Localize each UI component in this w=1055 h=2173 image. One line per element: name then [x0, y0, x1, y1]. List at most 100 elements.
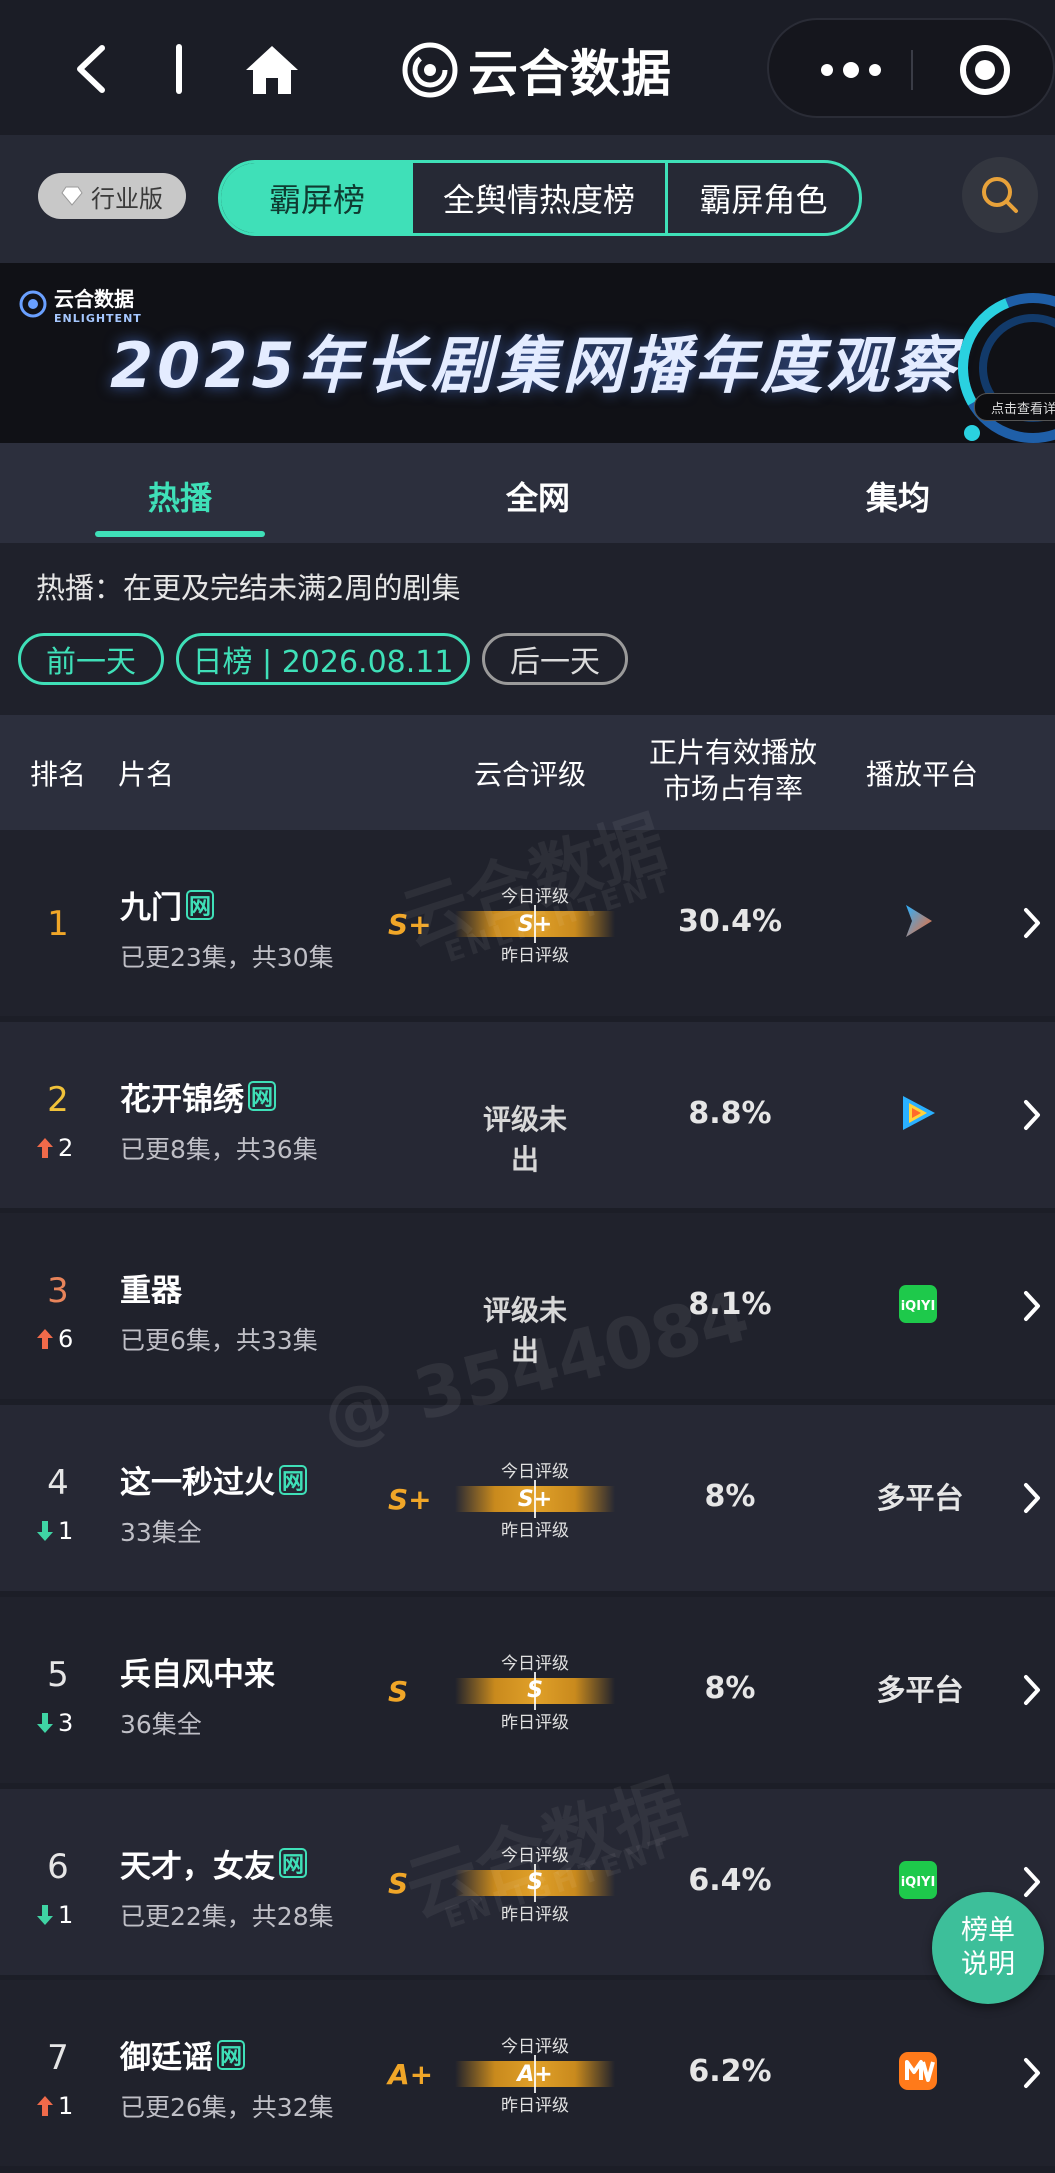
search-button[interactable]: [962, 157, 1038, 233]
trend-value: 2: [58, 1133, 74, 1162]
rank-number: 6: [47, 1846, 69, 1887]
yesterday-rating-label: 昨日评级: [501, 946, 569, 966]
rating-bar: S: [455, 1863, 615, 1902]
iqiyi-icon: iQIYI: [899, 1285, 937, 1324]
platform-logo: [878, 900, 958, 942]
col-rank: 排名: [30, 758, 87, 791]
prev-day-button[interactable]: 前一天: [18, 633, 164, 685]
close-target-icon[interactable]: [959, 44, 1011, 96]
col-title: 片名: [118, 758, 175, 791]
chevron-right-icon[interactable]: [1022, 1098, 1042, 1132]
drama-title[interactable]: 兵自风中来: [120, 1649, 275, 1694]
mini-program-capsule: [767, 18, 1055, 118]
diamond-icon: [61, 186, 83, 206]
chevron-right-icon[interactable]: [1022, 1289, 1042, 1323]
chevron-right-icon[interactable]: [1022, 1481, 1042, 1515]
rank-trend: 2: [36, 1134, 73, 1162]
tab-bapingbang[interactable]: 霸屏榜: [221, 163, 413, 233]
table-row[interactable]: 3 6 重器 已更6集，共33集 评级未出 8.1% iQIYI: [0, 1213, 1055, 1400]
table-row[interactable]: 7 1 御廷谣网已更26集，共32集 A+ 今日评级 A+ 昨日评级 6.2%: [0, 1980, 1055, 2167]
category-tab-row: 行业版 霸屏榜 全舆情热度榜 霸屏角色: [0, 135, 1055, 263]
banner-title: 2025年长剧集网播年度观察: [110, 329, 959, 402]
promo-banner[interactable]: 云合数据 ENLIGHTENT 2025年长剧集网播年度观察 点击查看详情: [0, 263, 1055, 443]
col-rating: 云合评级: [474, 758, 587, 791]
chevron-right-icon[interactable]: [1022, 1865, 1042, 1899]
rating-pending: 评级未出: [482, 1102, 567, 1176]
drama-title-text: 重器: [120, 1273, 182, 1310]
fab-line2: 说明: [961, 1949, 1015, 1980]
today-rating-value: S+: [517, 1486, 553, 1512]
episode-status: 已更26集，共32集: [120, 2093, 334, 2123]
date-selector[interactable]: 日榜 | 2026.08.11: [176, 633, 470, 685]
tab-jijun[interactable]: 集均: [866, 473, 930, 519]
rank-number: 2: [47, 1079, 69, 1120]
sub-tab-bar: 热播 全网 集均: [0, 443, 1055, 543]
yesterday-rating-label: 昨日评级: [501, 1712, 569, 1733]
more-options-icon[interactable]: [811, 58, 891, 82]
banner-swirl-icon: [19, 290, 47, 318]
drama-title[interactable]: 御廷谣网: [120, 2032, 245, 2077]
today-rating-value: A+: [517, 2061, 553, 2087]
search-icon: [982, 177, 1018, 213]
yesterday-rating-label: 昨日评级: [501, 1521, 569, 1542]
drama-title[interactable]: 九门网: [120, 882, 214, 927]
banner-cta[interactable]: 点击查看详情: [974, 393, 1055, 421]
today-rating-value: S+: [517, 911, 553, 937]
banner-logo-cn: 云合数据: [54, 287, 134, 311]
tab-quanwang[interactable]: 全网: [506, 473, 570, 519]
today-rating-label: 今日评级: [501, 1653, 569, 1674]
chevron-right-icon[interactable]: [1022, 1673, 1042, 1707]
table-row[interactable]: 4 1 这一秒过火网 33集全 S+ 今日评级 S+ 昨日评级 8% 多平台: [0, 1405, 1055, 1592]
trend-down-icon: [37, 1521, 53, 1542]
back-arrow-icon[interactable]: [72, 44, 112, 94]
iqiyi-icon: iQIYI: [899, 1860, 937, 1899]
home-icon[interactable]: [244, 44, 300, 96]
market-share: 6.2%: [688, 2054, 772, 2090]
tencent-video-icon: [903, 1095, 935, 1130]
rating-meter: 今日评级 S 昨日评级: [455, 1649, 615, 1733]
rating-grade: S+: [388, 908, 432, 941]
drama-title-text: 花开锦绣: [120, 1081, 244, 1118]
rating-grade: A+: [388, 2058, 434, 2092]
today-rating-label: 今日评级: [501, 2037, 569, 2058]
trend-value: 1: [58, 2092, 74, 2121]
tab-bapingjuese[interactable]: 霸屏角色: [668, 163, 859, 233]
rank-number: 5: [47, 1654, 69, 1695]
trend-up-icon: [37, 1329, 53, 1350]
chevron-right-icon[interactable]: [1022, 2056, 1042, 2090]
col-share-line1: 正片有效播放: [648, 736, 817, 769]
next-day-button[interactable]: 后一天: [482, 633, 628, 685]
svg-text:iQIYI: iQIYI: [901, 1299, 936, 1314]
drama-title[interactable]: 重器: [120, 1265, 182, 1310]
market-share: 6.4%: [688, 1862, 772, 1898]
drama-title[interactable]: 这一秒过火网: [120, 1457, 307, 1502]
tab-quanyuqing[interactable]: 全舆情热度榜: [413, 163, 668, 233]
web-drama-tag: 网: [186, 889, 214, 920]
col-share: 正片有效播放 市场占有率: [648, 735, 818, 807]
info-section: 热播：在更及完结未满2周的剧集 前一天 日榜 | 2026.08.11 后一天: [0, 543, 1055, 715]
rating-meter: 今日评级 S+ 昨日评级: [455, 882, 615, 966]
market-share: 8.1%: [688, 1287, 772, 1323]
table-row[interactable]: 5 3 兵自风中来 36集全 S 今日评级 S 昨日评级 8% 多平台: [0, 1596, 1055, 1783]
rank-trend: 1: [36, 1901, 73, 1929]
table-row[interactable]: 1 九门网已更23集，共30集 S+ 今日评级 S+ 昨日评级 30.4%: [0, 830, 1055, 1016]
industry-edition-badge[interactable]: 行业版: [38, 173, 186, 219]
table-row[interactable]: 2 2 花开锦绣网已更8集，共36集 评级未出 8.8%: [0, 1021, 1055, 1208]
rating-meter: 今日评级 A+ 昨日评级: [455, 2032, 615, 2116]
chevron-right-icon[interactable]: [1022, 906, 1042, 940]
episode-status: 36集全: [120, 1709, 202, 1739]
tab-rebo[interactable]: 热播: [148, 473, 212, 519]
drama-title[interactable]: 天才，女友网: [120, 1841, 307, 1886]
yesterday-rating-label: 昨日评级: [501, 1904, 569, 1925]
web-drama-tag: 网: [248, 1081, 276, 1112]
rank-trend: 1: [36, 1517, 73, 1545]
drama-title[interactable]: 花开锦绣网: [120, 1074, 276, 1119]
drama-title-text: 九门: [120, 890, 182, 926]
market-share: 8.8%: [688, 1095, 772, 1131]
table-row[interactable]: 6 1 天才，女友网已更22集，共28集 S 今日评级 S 昨日评级 6.4% iQIYI: [0, 1788, 1055, 1975]
episode-status: 已更23集，共30集: [120, 943, 334, 972]
rank-number: 7: [47, 2038, 69, 2079]
ranking-type-segment: 霸屏榜 全舆情热度榜 霸屏角色: [218, 160, 862, 236]
today-rating-value: S: [527, 1678, 543, 1704]
ranking-explanation-button[interactable]: 榜单 说明: [932, 1892, 1044, 2004]
